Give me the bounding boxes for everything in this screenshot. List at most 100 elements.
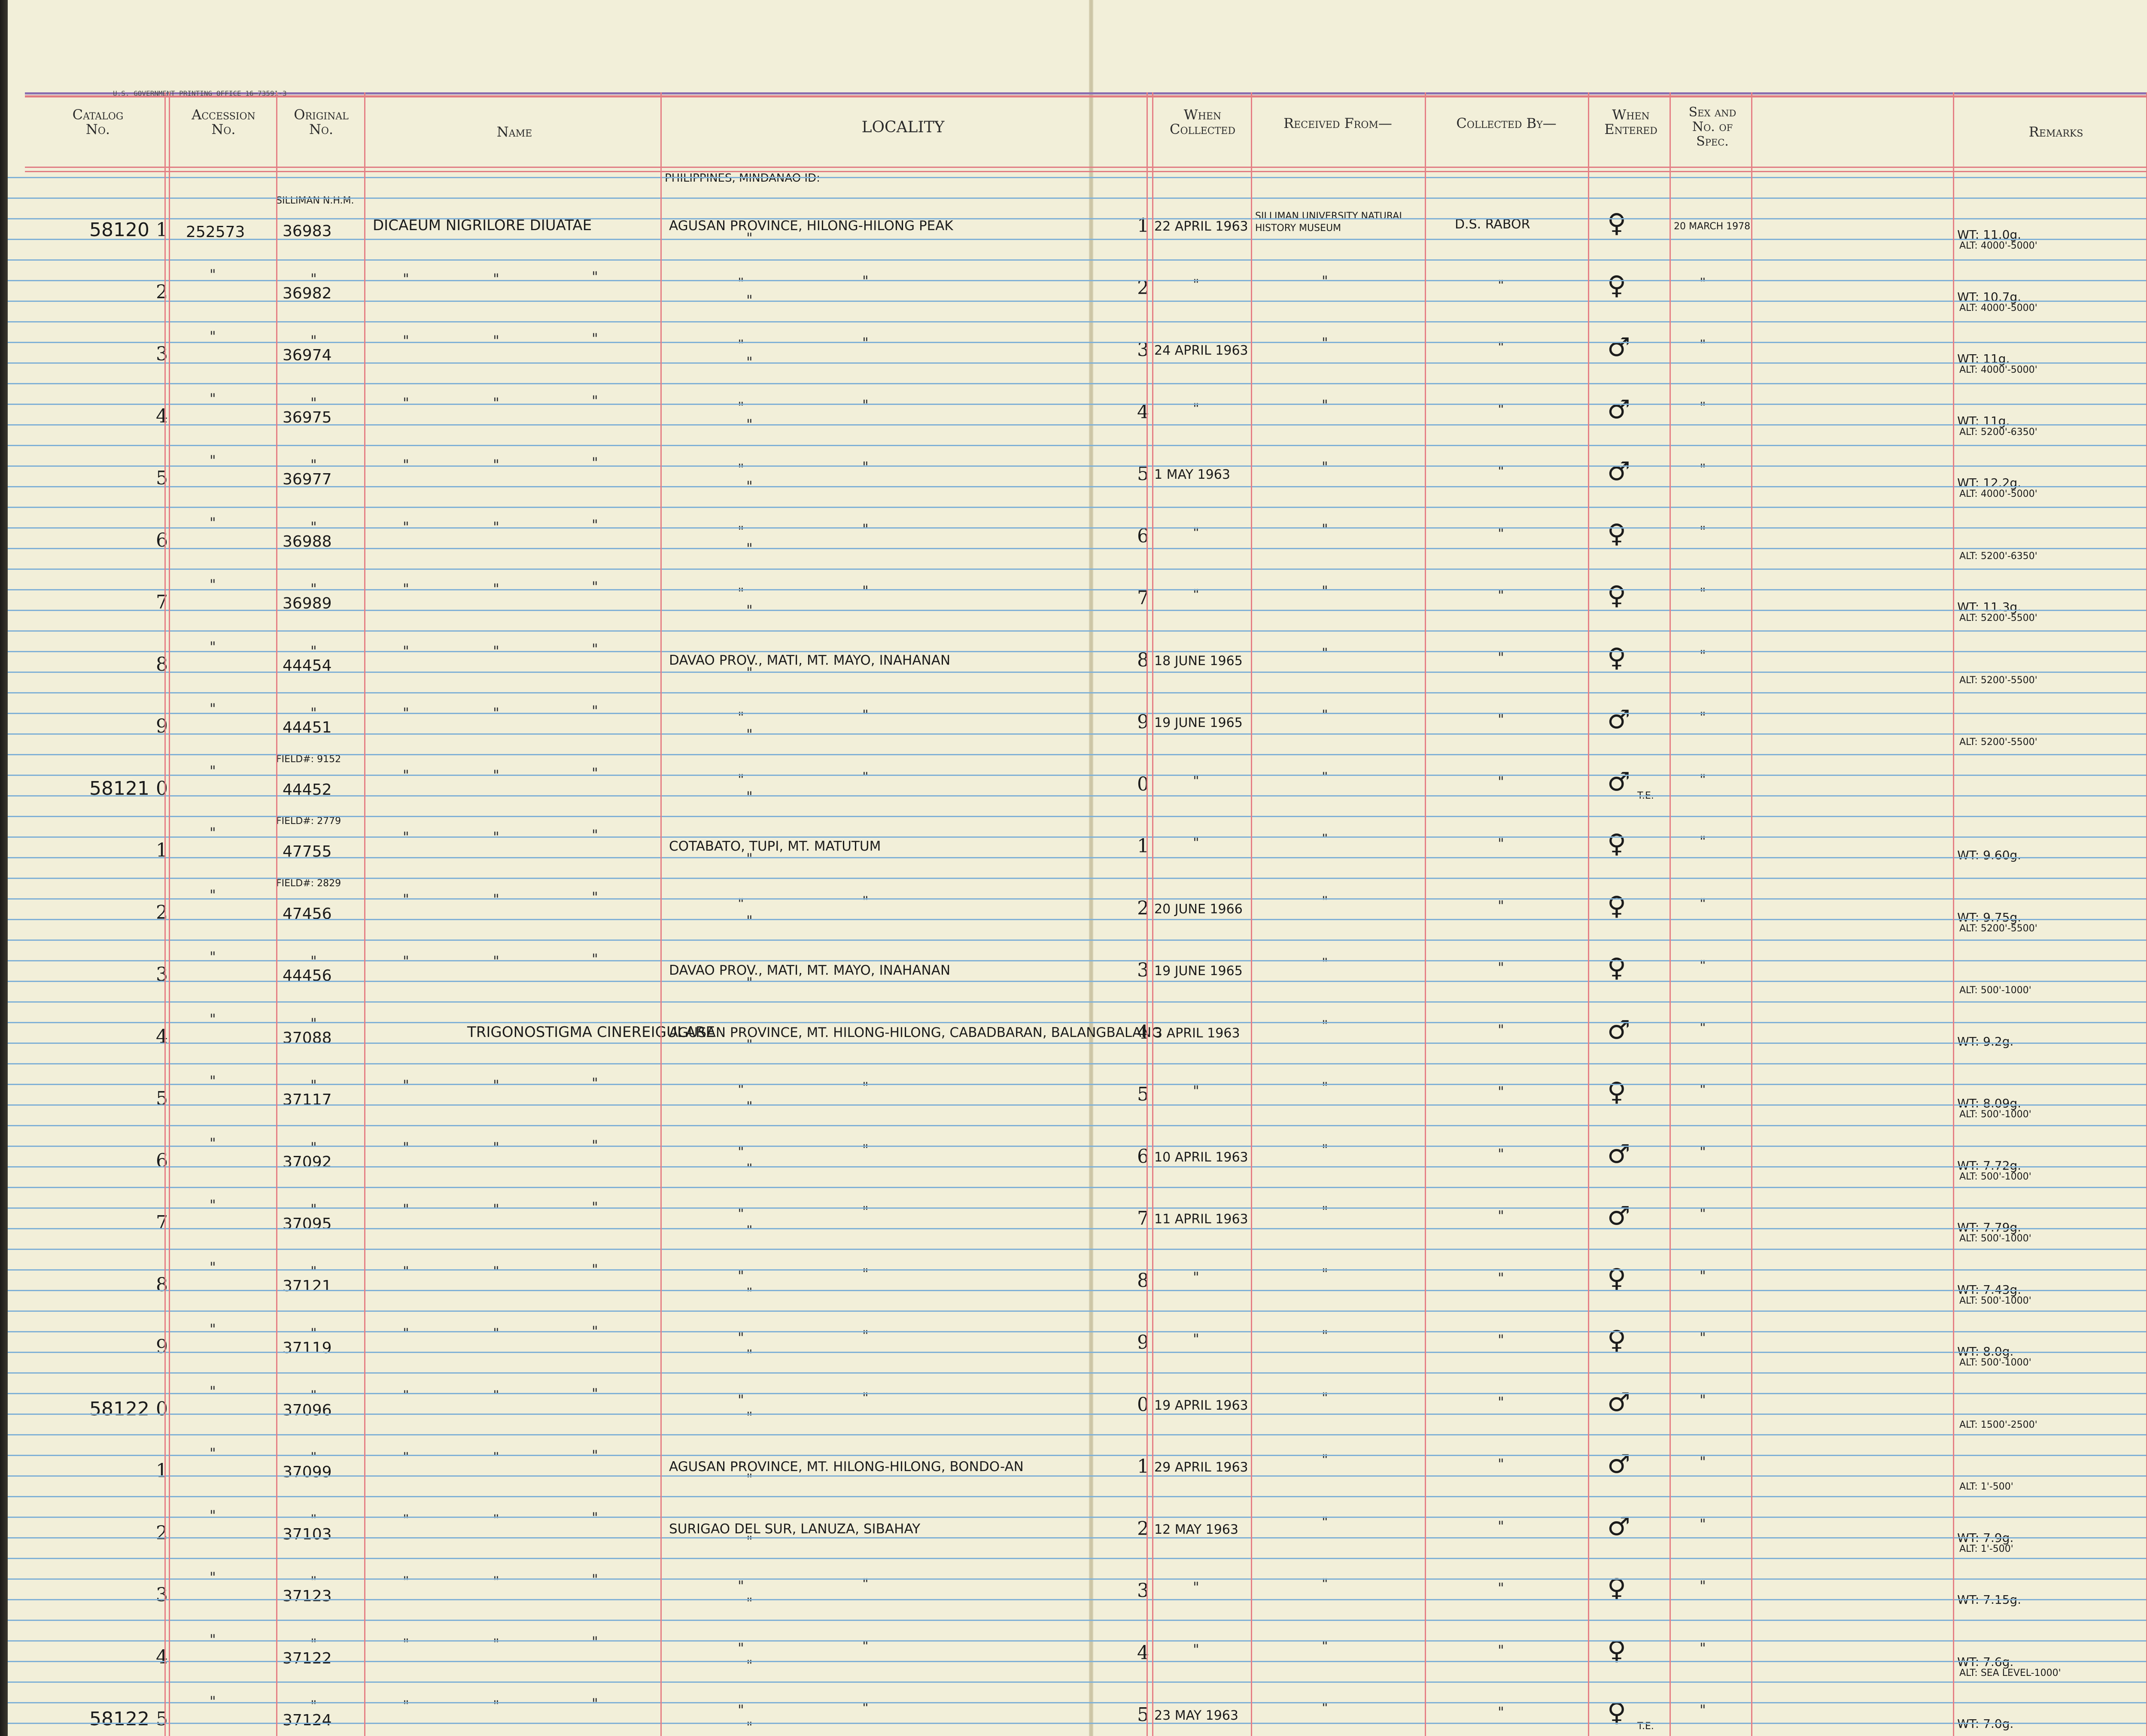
ruled-line xyxy=(8,527,2147,529)
original-number: 37099 xyxy=(283,1463,332,1481)
locality-ditto: " xyxy=(738,461,744,477)
accession-ditto: " xyxy=(210,1010,216,1027)
locality: COTABATO, TUPI, MT. MATUTUM xyxy=(669,839,881,854)
sex-symbol: ♀ xyxy=(1607,208,1626,238)
sex-symbol: ♂ xyxy=(1607,1387,1630,1417)
name-ditto: " xyxy=(403,1697,409,1714)
accession-ditto: " xyxy=(210,1693,216,1709)
locality-ditto-lower: " xyxy=(746,292,753,308)
original-number-note: FIELD#: 2779 xyxy=(276,816,341,827)
ruled-line xyxy=(8,795,2147,797)
ruled-line xyxy=(8,1104,2147,1106)
accession-ditto: " xyxy=(210,949,216,965)
remark-weight: WT: 9.60g. xyxy=(1957,848,2022,862)
original-number: 36974 xyxy=(283,347,332,364)
ruled-line xyxy=(8,1661,2147,1662)
entered-ditto: " xyxy=(1700,585,1706,601)
ruled-line xyxy=(8,1640,2147,1642)
ruled-line xyxy=(8,280,2147,281)
sex-symbol: ♀ xyxy=(1607,270,1626,301)
name-ditto: " xyxy=(493,270,499,287)
accession-ditto: " xyxy=(210,1321,216,1337)
entered-ditto: " xyxy=(1700,833,1706,849)
row-number: 9 xyxy=(156,1336,168,1358)
date-collected: 29 APRIL 1963 xyxy=(1154,1460,1248,1475)
column-rule xyxy=(1425,92,1426,1736)
received-ditto: " xyxy=(1322,1575,1328,1592)
received-ditto: " xyxy=(1322,1327,1328,1344)
locality-ditto: " xyxy=(862,769,869,785)
accession-ditto: " xyxy=(210,1569,216,1585)
name-ditto: " xyxy=(493,1139,499,1155)
ruled-line xyxy=(8,919,2147,920)
remark-altitude: ALT: 4000'-5000' xyxy=(1959,302,2038,313)
received-ditto: " xyxy=(1322,707,1328,723)
received-ditto: " xyxy=(1322,645,1328,661)
ruled-line xyxy=(8,1599,2147,1600)
sex-symbol: ♂ xyxy=(1607,1449,1630,1479)
original-number: 37096 xyxy=(283,1401,332,1419)
column-rule xyxy=(1588,92,1589,1736)
locality: AGUSAN PROVINCE, HILONG-HILONG PEAK xyxy=(669,218,953,234)
date-collected: 18 JUNE 1965 xyxy=(1154,653,1243,669)
locality: DAVAO PROV., MATI, MT. MAYO, INAHANAN xyxy=(669,652,951,668)
locality-ditto-lower: " xyxy=(746,1036,753,1053)
ruled-line xyxy=(8,1043,2147,1044)
date-collected: 3 APRIL 1963 xyxy=(1154,1025,1240,1041)
ruled-line xyxy=(8,775,2147,776)
ruled-line xyxy=(8,1393,2147,1394)
ruled-line xyxy=(8,733,2147,735)
locality-ditto: " xyxy=(738,1702,744,1718)
name-ditto: " xyxy=(592,827,598,843)
ruled-line xyxy=(8,1434,2147,1435)
ruled-line xyxy=(8,1207,2147,1209)
received-ditto: " xyxy=(1322,1513,1328,1530)
locality-ditto-lower: " xyxy=(746,1408,753,1425)
ruled-line xyxy=(8,218,2147,219)
collector-ditto: " xyxy=(1498,1269,1504,1286)
ruled-line xyxy=(8,1352,2147,1353)
original-number: 36975 xyxy=(283,408,332,426)
printing-office-note: U.S. GOVERNMENT PRINTING OFFICE 16—73591… xyxy=(113,89,287,97)
header-bottom-rule-1 xyxy=(25,167,2147,168)
ruled-line xyxy=(8,1517,2147,1518)
locality-ditto-lower: " xyxy=(746,1222,753,1239)
column-rule xyxy=(169,92,170,1736)
name-ditto: " xyxy=(403,456,409,473)
name-ditto: " xyxy=(403,270,409,287)
ruled-line xyxy=(8,692,2147,693)
received-ditto: " xyxy=(1322,1265,1328,1282)
ruled-line xyxy=(8,259,2147,261)
row-number: 3 xyxy=(156,964,168,985)
original-number: 37119 xyxy=(283,1339,332,1357)
ruled-line xyxy=(8,1310,2147,1312)
ruled-line xyxy=(8,445,2147,446)
locality-ditto-lower: " xyxy=(746,912,753,929)
column-rule xyxy=(1670,92,1671,1736)
locality-ditto: " xyxy=(862,707,869,723)
ruled-line xyxy=(8,754,2147,755)
ruled-line xyxy=(8,177,2147,178)
ruled-line xyxy=(8,1702,2147,1703)
date-collected: 24 APRIL 1963 xyxy=(1154,343,1248,358)
header-accession: Accession No. xyxy=(192,106,255,137)
received-ditto: " xyxy=(1322,459,1328,475)
date-ditto: " xyxy=(1193,586,1199,602)
collector-ditto: " xyxy=(1498,1704,1504,1720)
date-ditto: " xyxy=(1193,1268,1199,1285)
ruled-line xyxy=(8,239,2147,240)
received-ditto: " xyxy=(1322,769,1328,785)
ruled-line xyxy=(8,1022,2147,1023)
date-collected: 19 JUNE 1965 xyxy=(1154,715,1243,730)
remark-altitude: ALT: 4000'-5000' xyxy=(1959,240,2038,251)
ruled-line xyxy=(8,1558,2147,1559)
ruled-line xyxy=(8,898,2147,900)
ruled-line xyxy=(8,816,2147,817)
name-ditto: " xyxy=(592,578,598,595)
locality-ditto: " xyxy=(738,709,744,725)
ruled-line xyxy=(8,1620,2147,1621)
ruled-line xyxy=(8,1269,2147,1271)
row-number: 5 xyxy=(156,1708,168,1730)
ledger-page: U.S. GOVERNMENT PRINTING OFFICE 16—73591… xyxy=(8,0,2147,1736)
date-ditto: " xyxy=(1193,400,1199,417)
